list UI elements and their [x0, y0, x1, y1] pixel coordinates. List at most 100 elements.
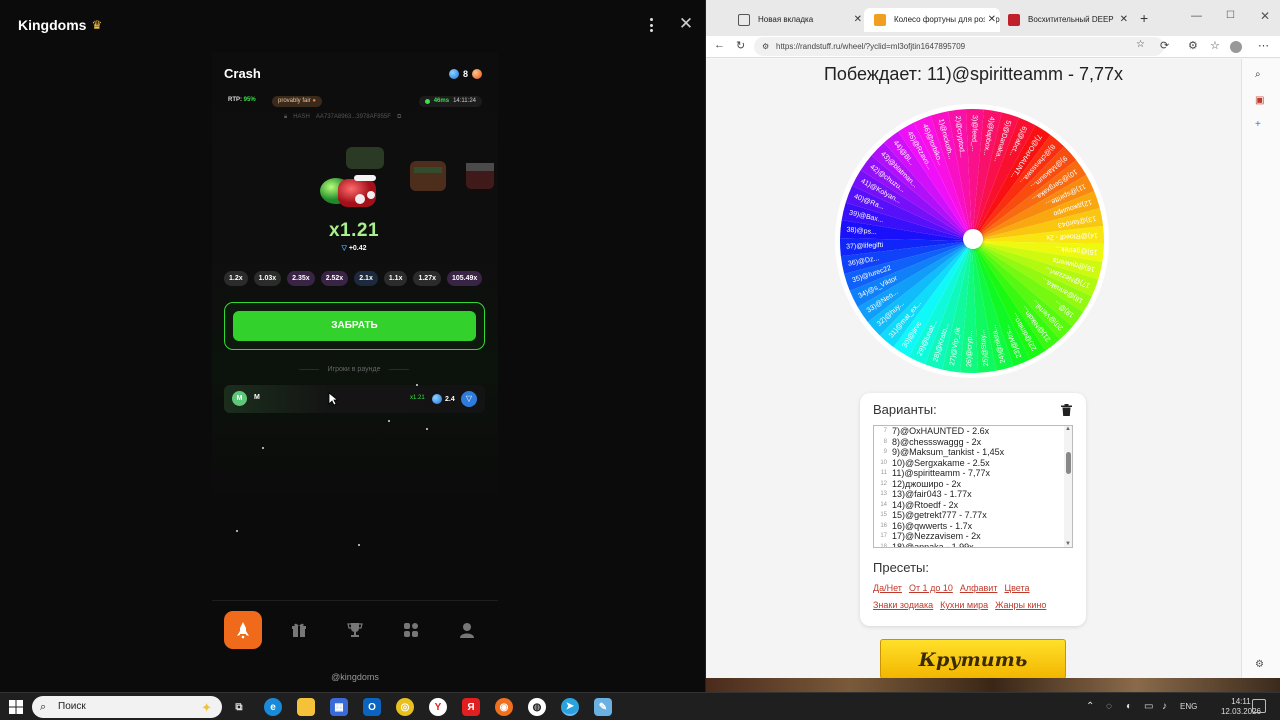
sound-icon[interactable]: ♪ [1162, 701, 1167, 712]
maximize-icon[interactable]: ☐ [1226, 10, 1235, 21]
nav-profile-icon[interactable] [448, 611, 486, 649]
notes-icon[interactable]: ✎ [594, 698, 612, 716]
variant-text: 16)@qwwerts - 1.7x [892, 520, 973, 531]
bookmark-star-icon[interactable]: ☆ [1136, 39, 1145, 50]
tab-close-icon[interactable]: ✕ [854, 8, 862, 32]
variant-text: 18)@annaka - 1.99x [892, 541, 974, 548]
line-number: 16 [880, 522, 887, 529]
hash-row[interactable]: 🔒︎ HASH AA737A8963...3978AF855F ⧉ [284, 114, 401, 121]
randstuff-icon [874, 14, 886, 26]
toolbox-icon[interactable]: ▣ [1255, 95, 1264, 106]
footer-handle[interactable]: @kingdoms [212, 672, 498, 682]
variant-line: 13 13)@fair043 - 1.77x [874, 489, 1072, 500]
variants-lines: 7 7)@OxHAUNTED - 2.6x 8 8)@chessswaggg - 2x… [874, 426, 1072, 548]
tab-new-tab[interactable]: Новая вкладка ✕ [728, 8, 866, 32]
presets-row: Знаки зодиака Кухни мира Жанры кино [873, 600, 1046, 610]
yandex-icon[interactable]: Y [429, 698, 447, 716]
yandex-browser-icon[interactable]: Я [462, 698, 480, 716]
taskbar-search[interactable]: ⌕ Поиск ✦ [32, 696, 222, 718]
tab-close-icon[interactable]: ✕ [984, 8, 996, 32]
close-window-button[interactable]: ✕ [677, 14, 695, 34]
address-bar[interactable]: ⚙ https://randstuff.ru/wheel/?yclid=ml3o… [754, 37, 1164, 56]
tab-close-icon[interactable]: ✕ [1116, 8, 1128, 32]
windows-start-icon[interactable] [9, 700, 23, 714]
variant-line: 17 17)@Nezzavisem - 2x [874, 531, 1072, 542]
new-tab-button[interactable]: + [1140, 10, 1148, 26]
site-info-icon[interactable]: ⚙ [762, 37, 769, 56]
menu-icon[interactable]: ⋯ [1258, 39, 1269, 52]
scroll-up-icon[interactable]: ▲ [1065, 426, 1071, 432]
store-icon[interactable]: ▦ [330, 698, 348, 716]
sparkle-icon: ✦ [201, 700, 212, 715]
chrome-icon[interactable]: ◍ [528, 698, 546, 716]
search-icon[interactable]: ⌕ [1255, 69, 1261, 80]
app-icon[interactable]: ◎ [396, 698, 414, 716]
balance-display[interactable]: 8 [448, 66, 482, 82]
nav-crash-rocket-icon[interactable] [224, 611, 262, 649]
profile-icon[interactable] [1230, 41, 1242, 53]
history-chip: 2.52x [320, 271, 349, 286]
scroll-down-icon[interactable]: ▼ [1065, 541, 1071, 547]
preset-link[interactable]: Цвета [1004, 583, 1029, 593]
avatar: M [232, 391, 247, 406]
firefox-icon[interactable]: ◉ [495, 698, 513, 716]
keyboard-language[interactable]: ENG [1180, 702, 1197, 711]
tab-wheel-of-fortune[interactable]: Колесо фортуны для розыгрыша ✕ [864, 8, 1000, 32]
variants-scrollbar[interactable]: ▲ ▼ [1064, 426, 1072, 547]
minimize-icon[interactable]: — [1191, 10, 1202, 22]
player-multiplier: x1.21 [410, 395, 425, 401]
history-chip: 2.1x [354, 271, 378, 286]
more-menu-icon[interactable] [643, 16, 659, 34]
close-icon[interactable]: ✕ [1260, 9, 1270, 23]
task-view-icon[interactable]: ⧉ [230, 698, 248, 716]
players-caption: Игроки в раунде [212, 366, 496, 373]
preset-link[interactable]: Алфавит [960, 583, 998, 593]
hash-value: AA737A8963...3978AF855F [315, 114, 391, 120]
preset-link[interactable]: Да/Нет [873, 583, 902, 593]
browser-window: Новая вкладка ✕ Колесо фортуны для розыг… [706, 0, 1280, 692]
variant-text: 13)@fair043 - 1.77x [892, 489, 972, 499]
explorer-icon[interactable] [297, 698, 315, 716]
wifi-icon[interactable]: ◌ [1106, 701, 1112, 712]
player-row[interactable]: M M x1.21 2.4 ▽ [224, 385, 485, 413]
refresh-page-icon[interactable]: ⟳ [1160, 39, 1169, 52]
volume-icon[interactable]: ◐ [1126, 701, 1132, 712]
trash-icon[interactable] [1061, 404, 1072, 416]
chevron-up-icon[interactable]: ⌃ [1086, 701, 1094, 712]
nav-gift-icon[interactable] [280, 611, 318, 649]
scroll-thumb[interactable] [1066, 452, 1071, 474]
tab-media[interactable]: Восхитительный DEEP ✕ [998, 8, 1132, 32]
favorites-icon[interactable]: ☆ [1210, 39, 1220, 52]
nav-trophy-icon[interactable] [336, 611, 374, 649]
outlook-icon[interactable]: O [363, 698, 381, 716]
extensions-icon[interactable]: ⚙ [1188, 39, 1198, 52]
preset-link[interactable]: Кухни мира [940, 600, 988, 610]
cashout-button[interactable]: ЗАБРАТЬ [233, 311, 476, 341]
variant-line: 18 18)@annaka - 1.99x [874, 541, 1072, 548]
variants-textarea[interactable]: 7 7)@OxHAUNTED - 2.6x 8 8)@chessswaggg - 2x… [873, 425, 1073, 548]
network-icon[interactable]: ▭ [1144, 701, 1153, 712]
line-number: 7 [883, 428, 887, 434]
settings-icon[interactable]: ⚙ [1255, 659, 1264, 670]
variant-line: 9 9)@Maksum_tankist - 1,45x [874, 447, 1072, 458]
bottom-navigation [212, 600, 498, 660]
back-icon[interactable]: ← [714, 39, 725, 51]
player-name: M [254, 394, 260, 401]
telegram-icon[interactable]: ➤ [561, 698, 579, 716]
preset-link[interactable]: От 1 до 10 [909, 583, 953, 593]
history-chip: 2.35x [287, 271, 315, 286]
add-icon[interactable]: + [1255, 119, 1261, 130]
winner-heading: Побеждает: 11)@spiritteamm - 7,77x [823, 64, 1124, 84]
reload-icon[interactable]: ↻ [736, 39, 745, 52]
edge-icon[interactable]: e [264, 698, 282, 716]
url-text: https://randstuff.ru/wheel/?yclid=ml3ofj… [776, 42, 966, 51]
variant-line: 14 14)@Rtoedf - 2x [874, 500, 1072, 511]
spin-button[interactable]: Крутить [880, 639, 1066, 679]
notification-icon[interactable] [1252, 699, 1266, 713]
nav-grid-icon[interactable] [392, 611, 430, 649]
provably-fair-badge[interactable]: provably fair ● [272, 96, 322, 107]
preset-link[interactable]: Жанры кино [995, 600, 1046, 610]
preset-link[interactable]: Знаки зодиака [873, 600, 933, 610]
player-bet: 2.4 [432, 394, 455, 404]
copy-icon[interactable]: ⧉ [397, 114, 401, 121]
